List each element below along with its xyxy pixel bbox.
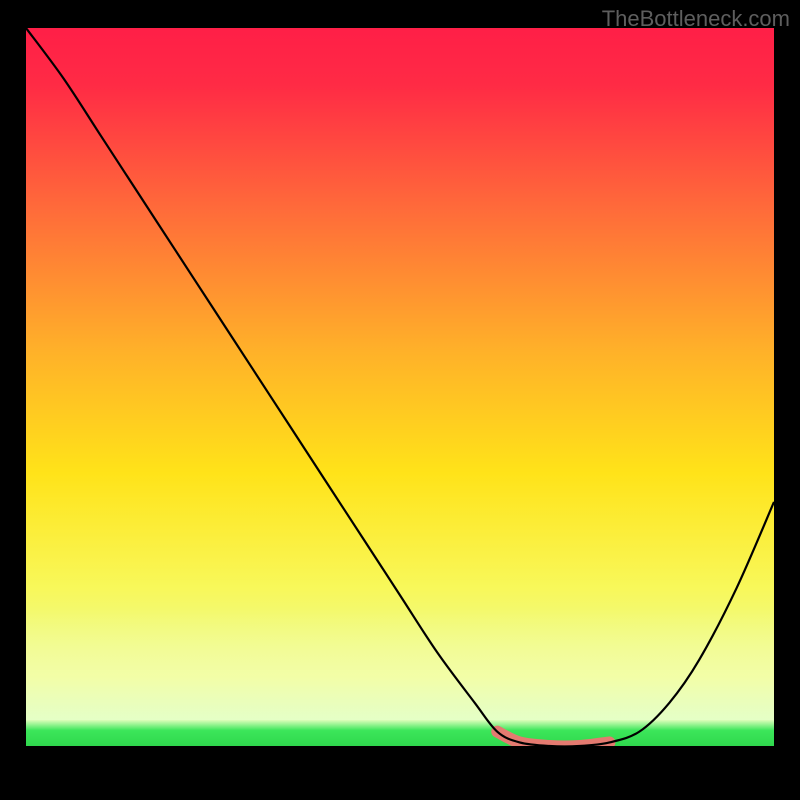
- optimal-range-highlight: [497, 732, 609, 746]
- chart-plot-area: [26, 28, 774, 746]
- chart-curve-layer: [26, 28, 774, 746]
- bottleneck-curve-line: [26, 28, 774, 746]
- watermark-text: TheBottleneck.com: [602, 6, 790, 32]
